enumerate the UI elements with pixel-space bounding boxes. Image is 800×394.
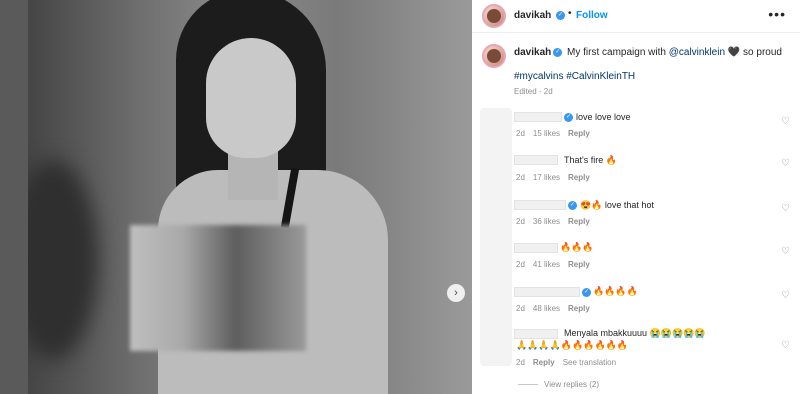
heart-outline-icon[interactable]: ♡ — [781, 340, 790, 351]
comment-meta: 2d Reply See translation — [516, 358, 616, 367]
reply-button[interactable]: Reply — [568, 173, 590, 182]
caption-text-before: My first campaign with — [567, 47, 666, 58]
caption-username[interactable]: davikah — [514, 47, 551, 58]
reply-button[interactable]: Reply — [568, 260, 590, 269]
reply-button[interactable]: Reply — [568, 129, 590, 138]
verified-badge-icon: ✓ — [556, 11, 565, 20]
comment-text: Menyala mbakkuuuu 😭😭😭😭😭 — [564, 328, 706, 338]
heart-outline-icon[interactable]: ♡ — [781, 290, 790, 301]
caption-avatar[interactable] — [482, 44, 506, 68]
comment-meta: 2d 15 likes Reply — [516, 129, 590, 138]
comment-text: 😍🔥 love that hot — [580, 200, 654, 210]
comment-username-blur[interactable] — [514, 112, 562, 122]
heart-outline-icon[interactable]: ♡ — [781, 246, 790, 257]
more-horizontal-icon[interactable]: ••• — [768, 6, 786, 22]
follow-button[interactable]: Follow — [576, 10, 608, 21]
post-side-panel: davikah ✓ • Follow ••• davikah ✓ My first… — [472, 0, 800, 394]
verified-badge-icon: ✓ — [582, 288, 591, 297]
comments-list: ✓ love love love 2d 15 likes Reply ♡ That'… — [480, 108, 800, 368]
comment-meta: 2d 48 likes Reply — [516, 304, 590, 313]
comment-time: 2d — [516, 217, 525, 226]
comment-meta: 2d 17 likes Reply — [516, 173, 590, 182]
carousel-next-button[interactable]: › — [447, 284, 465, 302]
comment-time: 2d — [516, 304, 525, 313]
caption-mention-link[interactable]: @calvinklein — [669, 47, 725, 58]
comment-text-line2: 🙏🙏🙏🙏🔥🔥🔥🔥🔥🔥 — [516, 340, 629, 350]
author-username[interactable]: davikah — [514, 10, 551, 21]
photo-side-backdrop — [0, 0, 28, 394]
post-image[interactable] — [28, 0, 472, 394]
comment-likes[interactable]: 15 likes — [533, 129, 560, 138]
comment-meta: 2d 41 likes Reply — [516, 260, 590, 269]
author-avatar[interactable] — [482, 4, 506, 28]
comment-username-blur[interactable] — [514, 155, 558, 165]
header-separator: • — [568, 8, 572, 19]
heart-outline-icon[interactable]: ♡ — [781, 116, 790, 127]
comment-text: 🔥🔥🔥 — [560, 242, 594, 252]
caption-meta: Edited · 2d — [514, 87, 553, 96]
chevron-right-icon: › — [454, 286, 458, 299]
black-heart-icon: 🖤 — [727, 47, 741, 58]
replies-divider — [518, 384, 538, 386]
comment-username-blur[interactable] — [514, 243, 558, 253]
censor-blur — [130, 225, 306, 351]
comment-username-blur[interactable] — [514, 329, 558, 339]
comment-text: love love love — [576, 112, 631, 122]
comment-text: That's fire 🔥 — [564, 155, 617, 165]
comment-likes[interactable]: 48 likes — [533, 304, 560, 313]
comment-time: 2d — [516, 260, 525, 269]
caption-hashtags[interactable]: #mycalvins #CalvinKleinTH — [514, 71, 635, 82]
comment-likes[interactable]: 36 likes — [533, 217, 560, 226]
verified-badge-icon: ✓ — [568, 201, 577, 210]
comment-likes[interactable]: 41 likes — [533, 260, 560, 269]
comment-avatar-blur — [480, 108, 512, 366]
verified-badge-icon: ✓ — [564, 113, 573, 122]
reply-button[interactable]: Reply — [568, 304, 590, 313]
see-translation-link[interactable]: See translation — [563, 358, 616, 367]
heart-outline-icon[interactable]: ♡ — [781, 203, 790, 214]
comment-username-blur[interactable] — [514, 287, 580, 297]
comment-text: 🔥🔥🔥🔥 — [593, 286, 638, 296]
reply-button[interactable]: Reply — [568, 217, 590, 226]
reply-button[interactable]: Reply — [533, 358, 555, 367]
comment-time: 2d — [516, 129, 525, 138]
comment-meta: 2d 36 likes Reply — [516, 217, 590, 226]
image-blur-region — [28, 160, 98, 360]
comment-time: 2d — [516, 173, 525, 182]
comment-username-blur[interactable] — [514, 200, 566, 210]
post-header: davikah ✓ • Follow ••• — [472, 0, 800, 33]
view-replies-label: View replies (2) — [544, 380, 599, 389]
heart-outline-icon[interactable]: ♡ — [781, 158, 790, 169]
comment-likes[interactable]: 17 likes — [533, 173, 560, 182]
caption-text-after: so proud — [743, 47, 782, 58]
caption-line: davikah ✓ My first campaign with @calvink… — [514, 47, 782, 58]
verified-badge-icon: ✓ — [553, 47, 563, 57]
comment-time: 2d — [516, 358, 525, 367]
view-replies-link[interactable]: View replies (2) — [518, 380, 599, 389]
image-face — [206, 38, 296, 158]
